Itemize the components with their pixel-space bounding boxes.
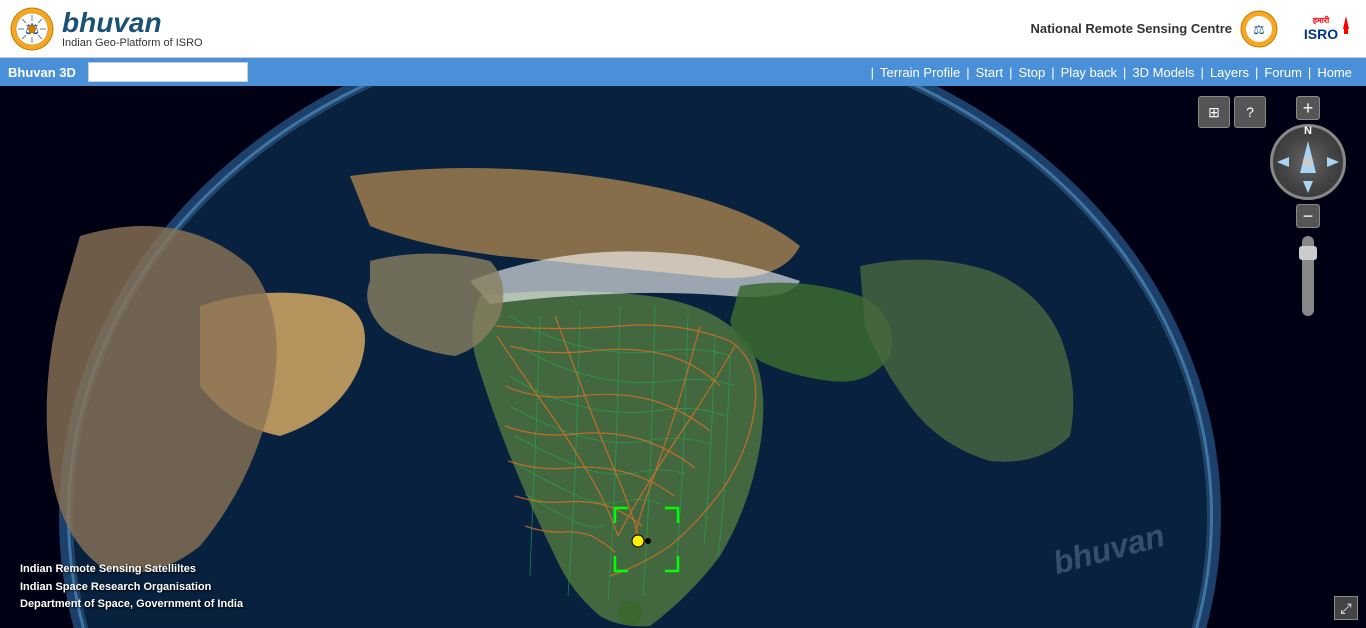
nav-start[interactable]: Start <box>970 65 1009 80</box>
nav-forum[interactable]: Forum <box>1258 65 1308 80</box>
nav-terrain-profile[interactable]: Terrain Profile <box>874 65 966 80</box>
search-icon <box>254 63 270 79</box>
government-emblem-icon: ⚖ <box>10 7 54 51</box>
nav-layers[interactable]: Layers <box>1204 65 1255 80</box>
svg-text:ISRO: ISRO <box>1304 26 1338 42</box>
map-container[interactable]: bhuvan Indian Remote Sensing Satelliltes… <box>0 86 1366 628</box>
zoom-slider-handle[interactable] <box>1299 246 1317 260</box>
nav-links: | Terrain Profile | Start | Stop | Play … <box>871 65 1358 80</box>
nav-3d-models[interactable]: 3D Models <box>1126 65 1200 80</box>
bhuvan-logo: bhuvan Indian Geo-Platform of ISRO <box>62 9 203 49</box>
nav-app-title: Bhuvan 3D <box>8 65 76 80</box>
attribution-line2: Indian Space Research Organisation <box>20 579 243 597</box>
bhuvan-subtitle: Indian Geo-Platform of ISRO <box>62 37 203 49</box>
earth-globe <box>0 86 1366 628</box>
search-button[interactable] <box>252 63 272 82</box>
compass-right-icon <box>1327 157 1339 167</box>
nav-playback[interactable]: Play back <box>1055 65 1123 80</box>
nav-stop[interactable]: Stop <box>1013 65 1052 80</box>
attribution-line1: Indian Remote Sensing Satelliltes <box>20 561 243 579</box>
zoom-out-button[interactable]: − <box>1296 204 1320 228</box>
header: ⚖ bhuvan Indian Geo-Platform of ISRO Nat… <box>0 0 1366 58</box>
nav-home[interactable]: Home <box>1311 65 1358 80</box>
nrsc-emblem-icon: ⚖ <box>1240 10 1278 48</box>
compass-container: + N − <box>1270 96 1346 316</box>
compass-left-icon <box>1277 157 1289 167</box>
header-left: ⚖ bhuvan Indian Geo-Platform of ISRO <box>10 7 203 51</box>
attribution-line3: Department of Space, Government of India <box>20 596 243 614</box>
svg-text:⚖: ⚖ <box>1253 22 1265 37</box>
expand-button[interactable]: ⤢ <box>1334 596 1358 620</box>
compass[interactable]: N <box>1270 124 1346 200</box>
compass-north-label: N <box>1304 125 1312 137</box>
help-button[interactable]: ? <box>1234 96 1266 128</box>
zoom-slider[interactable] <box>1302 236 1314 316</box>
tools-container: ⊞ ? <box>1198 96 1266 128</box>
header-right: National Remote Sensing Centre ⚖ हमारी I… <box>1030 10 1356 48</box>
calculator-button[interactable]: ⊞ <box>1198 96 1230 128</box>
search-input[interactable] <box>88 62 248 82</box>
isro-logo-icon: हमारी ISRO <box>1286 11 1356 46</box>
compass-center-icon <box>1303 157 1313 167</box>
zoom-in-button[interactable]: + <box>1296 96 1320 120</box>
bhuvan-title: bhuvan <box>62 9 203 37</box>
navbar: Bhuvan 3D | Terrain Profile | Start | St… <box>0 58 1366 86</box>
nrsc-label: National Remote Sensing Centre <box>1030 21 1232 36</box>
compass-down-icon <box>1303 181 1313 193</box>
attribution: Indian Remote Sensing Satelliltes Indian… <box>20 561 243 614</box>
svg-text:हमारी: हमारी <box>1312 15 1330 25</box>
